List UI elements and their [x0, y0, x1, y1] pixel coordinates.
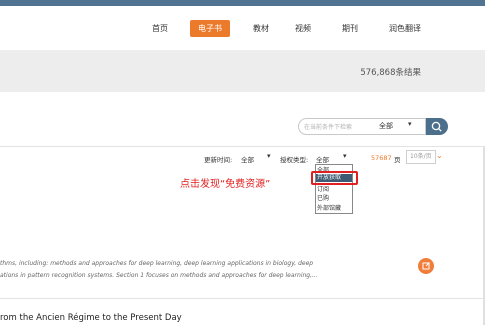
- main-nav: 首页 电子书 教材 视频 期刊 润色翻译: [0, 20, 485, 38]
- divider: [0, 298, 485, 299]
- page-unit: 页: [394, 156, 401, 164]
- option-subscription[interactable]: 订阅: [317, 184, 329, 193]
- external-link-icon[interactable]: [418, 258, 434, 274]
- nav-home[interactable]: 首页: [152, 23, 168, 34]
- per-page-select[interactable]: 10条/页: [406, 150, 436, 164]
- option-external[interactable]: 外部馆藏: [317, 203, 341, 212]
- chevron-down-icon: ▾: [408, 120, 412, 128]
- nav-video[interactable]: 视频: [295, 23, 311, 34]
- nav-translate[interactable]: 润色翻译: [389, 23, 421, 34]
- search-button[interactable]: [426, 118, 448, 135]
- nav-materials[interactable]: 教材: [253, 23, 269, 34]
- result-count: 576,868条结果: [360, 68, 421, 78]
- result-title[interactable]: rom the Ancien Régime to the Present Day: [0, 313, 182, 323]
- nav-ebooks[interactable]: 电子书: [190, 20, 230, 37]
- result-snippet-line: ations in pattern recognition systems. S…: [0, 272, 318, 279]
- update-time-select[interactable]: 全部: [241, 154, 254, 164]
- chevron-down-icon: ▾: [343, 152, 347, 160]
- auth-type-select[interactable]: 全部: [316, 154, 329, 164]
- update-time-label: 更新时间:: [204, 156, 233, 164]
- search-placeholder: 在当前条件下检索: [304, 124, 353, 131]
- auth-type-label: 授权类型:: [280, 156, 309, 164]
- nav-journals[interactable]: 期刊: [342, 23, 358, 34]
- highlight-box: [311, 171, 358, 185]
- top-accent-bar: [0, 0, 485, 6]
- chevron-down-icon: ⌄: [436, 151, 443, 160]
- search-icon: [431, 121, 442, 132]
- annotation-text: 点击发现“免费资源”: [180, 179, 271, 190]
- search-scope-select[interactable]: 全部: [379, 121, 393, 131]
- page-count: 57687: [371, 154, 392, 162]
- option-purchased[interactable]: 已购: [317, 193, 329, 202]
- result-snippet-line: thms, including: methods and approaches …: [0, 260, 314, 267]
- chevron-down-icon: ▾: [267, 152, 271, 160]
- divider: [0, 146, 485, 147]
